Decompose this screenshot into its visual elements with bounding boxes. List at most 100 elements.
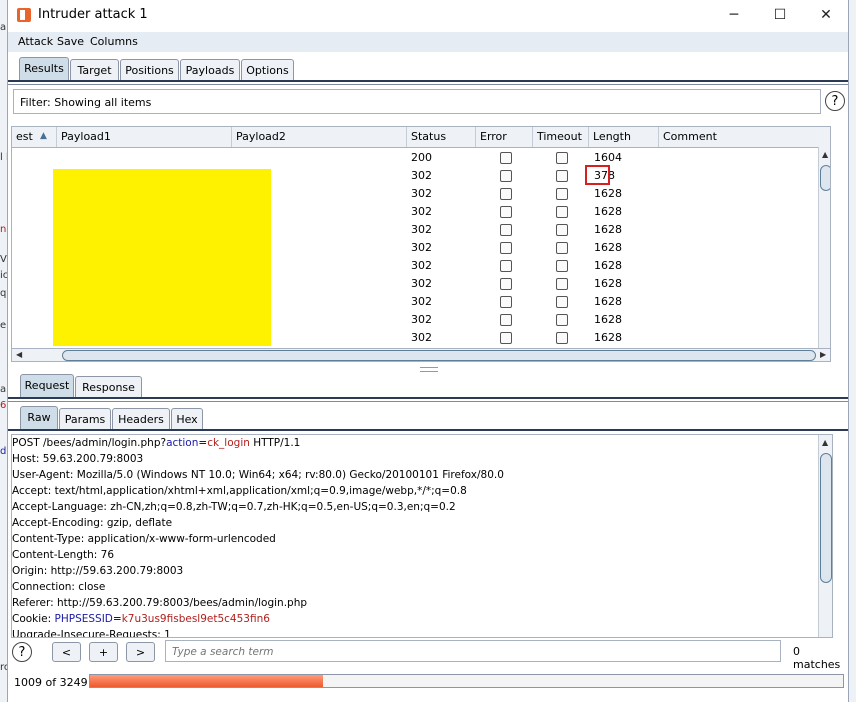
timeout-checkbox [556,332,568,344]
tab-results[interactable]: Results [19,57,69,81]
intruder-window: Intruder attack 1 ─ ☐ ✕ Attack Save Colu… [7,0,849,702]
status-cell: 302 [411,295,432,308]
menu-bar: Attack Save Columns [8,32,848,52]
window-title: Intruder attack 1 [38,7,148,22]
menu-attack[interactable]: Attack [18,35,53,48]
menu-save[interactable]: Save [57,35,84,48]
tab-divider [8,429,848,431]
tab-raw[interactable]: Raw [20,406,58,430]
search-input[interactable] [170,642,774,662]
header-line: Connection: close [12,581,106,593]
column-header-comment[interactable]: Comment [659,127,830,147]
timeout-checkbox [556,278,568,290]
status-cell: 200 [411,151,432,164]
minimize-button[interactable]: ─ [711,0,757,30]
error-checkbox [500,296,512,308]
header-line: Origin: http://59.63.200.79:8003 [12,565,184,577]
request-vertical-scrollbar[interactable]: ▲ [818,435,832,637]
scrollbar-thumb[interactable] [820,165,830,191]
tab-payloads[interactable]: Payloads [180,59,240,81]
table-header: est ▲ Payload1 Payload2 Status Error Time… [12,127,830,148]
tab-headers[interactable]: Headers [112,408,170,430]
burp-app-icon [17,8,31,22]
status-cell: 302 [411,277,432,290]
bg-fragment: n [0,224,7,235]
scrollbar-thumb[interactable] [820,453,832,583]
table-horizontal-scrollbar[interactable]: ◀ ▶ [11,348,831,362]
request-counter: 1009 of 3249 [14,676,88,689]
header-line: Host: 59.63.200.79:8003 [12,453,144,465]
request-line: POST /bees/admin/login.php?action=ck_log… [12,437,301,449]
timeout-checkbox [556,260,568,272]
close-button[interactable]: ✕ [803,0,849,30]
search-add-button[interactable]: + [89,642,118,662]
tab-divider [8,397,848,399]
status-cell: 302 [411,223,432,236]
scroll-left-arrow-icon[interactable]: ◀ [16,350,22,359]
tab-params[interactable]: Params [59,408,111,430]
column-header-timeout[interactable]: Timeout [533,127,589,147]
error-checkbox [500,188,512,200]
column-header-payload2[interactable]: Payload2 [232,127,407,147]
request-response-tabs: Request Response [8,372,848,398]
redacted-payload-overlay [53,169,271,346]
error-checkbox [500,314,512,326]
status-cell: 302 [411,169,432,182]
scroll-up-arrow-icon[interactable]: ▲ [822,438,828,447]
search-field[interactable] [165,640,781,662]
maximize-button[interactable]: ☐ [757,0,803,30]
status-cell: 302 [411,241,432,254]
search-next-button[interactable]: > [126,642,155,662]
tab-hex[interactable]: Hex [171,408,203,430]
cookie-line: Cookie: PHPSESSID=k7u3us9fisbesl9et5c453… [12,613,270,625]
header-line: Content-Length: 76 [12,549,115,561]
tab-options[interactable]: Options [241,59,294,81]
tab-divider [8,84,848,85]
status-cell: 302 [411,313,432,326]
attack-progress-bar [89,674,844,688]
tab-divider [8,401,848,402]
timeout-checkbox [556,224,568,236]
column-header-length[interactable]: Length [589,127,659,147]
length-cell: 1628 [594,241,622,254]
scroll-up-arrow-icon[interactable]: ▲ [822,150,828,159]
length-cell: 1628 [594,205,622,218]
column-header-error[interactable]: Error [476,127,533,147]
scroll-right-arrow-icon[interactable]: ▶ [820,350,826,359]
column-header-status[interactable]: Status [407,127,476,147]
column-header-payload1[interactable]: Payload1 [57,127,232,147]
sort-asc-icon: ▲ [40,131,47,141]
error-checkbox [500,332,512,344]
filter-label: Filter: Showing all items [20,96,152,109]
scrollbar-thumb[interactable] [62,350,816,361]
message-view-tabs: Raw Params Headers Hex [8,404,848,430]
tab-target[interactable]: Target [70,59,119,81]
length-cell: 1628 [594,277,622,290]
timeout-checkbox [556,314,568,326]
help-icon[interactable]: ? [825,91,845,111]
length-cell: 1628 [594,259,622,272]
search-previous-button[interactable]: < [52,642,81,662]
error-checkbox [500,170,512,182]
header-line: Accept-Encoding: gzip, deflate [12,517,173,529]
bg-fragment: V [0,254,7,265]
header-line: Accept-Language: zh-CN,zh;q=0.8,zh-TW;q=… [12,501,456,513]
header-line: Accept: text/html,application/xhtml+xml,… [12,485,467,497]
table-row[interactable]: 200 1604 [12,149,830,167]
raw-request-editor[interactable]: POST /bees/admin/login.php?action=ck_log… [11,434,833,638]
length-cell: 1628 [594,313,622,326]
error-checkbox [500,278,512,290]
column-header-request[interactable]: est ▲ [12,127,57,147]
tab-positions[interactable]: Positions [120,59,179,81]
length-cell: 1628 [594,331,622,344]
help-icon[interactable]: ? [12,642,32,662]
timeout-checkbox [556,152,568,164]
filter-bar[interactable]: Filter: Showing all items [13,89,821,114]
table-vertical-scrollbar[interactable]: ▲ [818,147,830,348]
status-cell: 302 [411,187,432,200]
tab-request[interactable]: Request [20,374,74,398]
menu-columns[interactable]: Columns [90,35,138,48]
timeout-checkbox [556,296,568,308]
error-checkbox [500,242,512,254]
tab-response[interactable]: Response [75,376,142,398]
